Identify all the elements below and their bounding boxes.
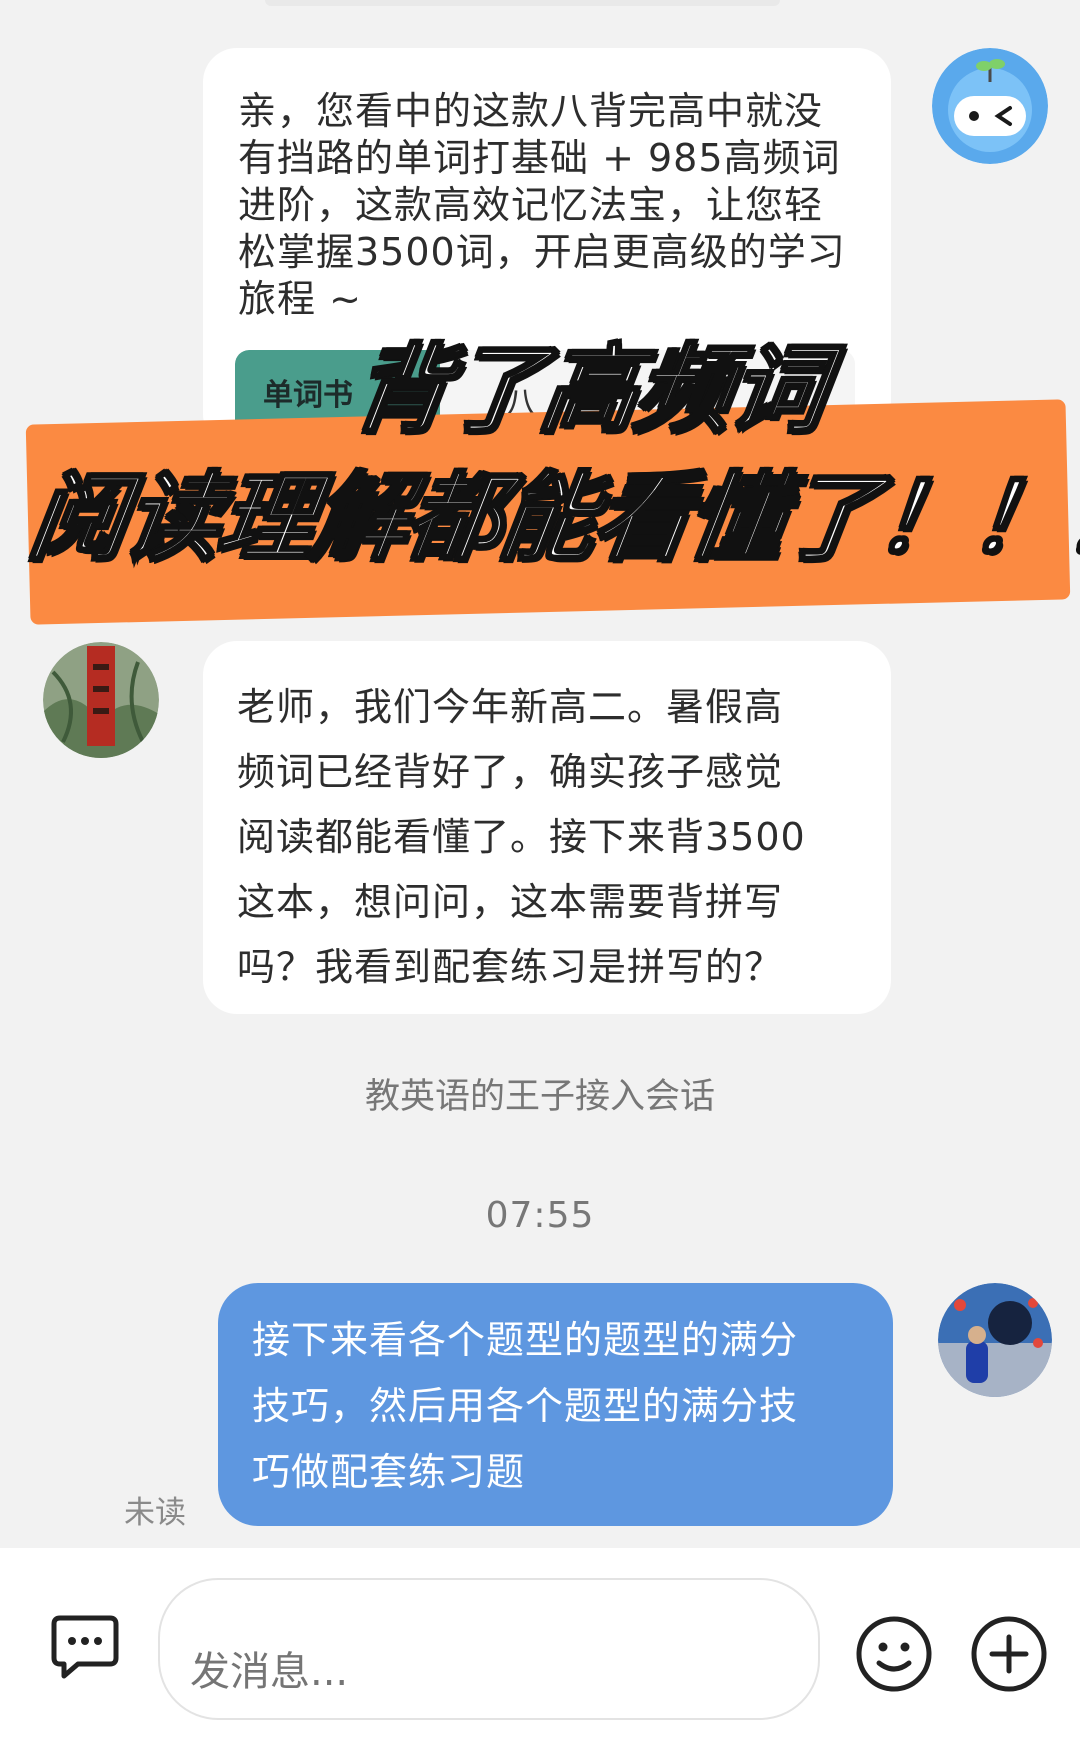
- customer-message-text: 老师，我们今年新高二。暑假高 频词已经背好了，确实孩子感觉 阅读都能看懂了。接下…: [237, 685, 806, 989]
- top-edge: [265, 0, 780, 6]
- self-message-bubble: 接下来看各个题型的题型的满分 技巧，然后用各个题型的满分技 巧做配套练习题: [218, 1283, 893, 1526]
- message-timestamp: 07:55: [485, 1195, 595, 1236]
- overlay-headline-2: 阅读理解都能看懂了！！！: [21, 461, 1080, 576]
- self-photo-icon: [938, 1283, 1052, 1397]
- overlay-headline-1: 背了高频词: [344, 333, 833, 448]
- chat-bubble-icon[interactable]: [50, 1612, 120, 1680]
- robot-avatar-icon: [932, 48, 1048, 164]
- agent-message-text: 亲，您看中的这款八背完高中就没 有挡路的单词打基础 + 985高频词 进阶，这款…: [238, 89, 846, 321]
- product-thumb-label: 单词书: [263, 378, 353, 413]
- message-input[interactable]: [158, 1578, 820, 1720]
- session-join-note: 教英语的王子接入会话: [364, 1077, 715, 1117]
- smiley-icon[interactable]: [855, 1615, 933, 1693]
- agent-avatar[interactable]: [932, 48, 1048, 164]
- plus-circle-icon[interactable]: [970, 1615, 1048, 1693]
- customer-photo-icon: [43, 642, 159, 758]
- self-message-text: 接下来看各个题型的题型的满分 技巧，然后用各个题型的满分技 巧做配套练习题: [252, 1318, 799, 1494]
- unread-status: 未读: [124, 1495, 186, 1531]
- customer-avatar[interactable]: [43, 642, 159, 758]
- self-avatar[interactable]: [938, 1283, 1052, 1397]
- customer-message-bubble: 老师，我们今年新高二。暑假高 频词已经背好了，确实孩子感觉 阅读都能看懂了。接下…: [203, 641, 891, 1014]
